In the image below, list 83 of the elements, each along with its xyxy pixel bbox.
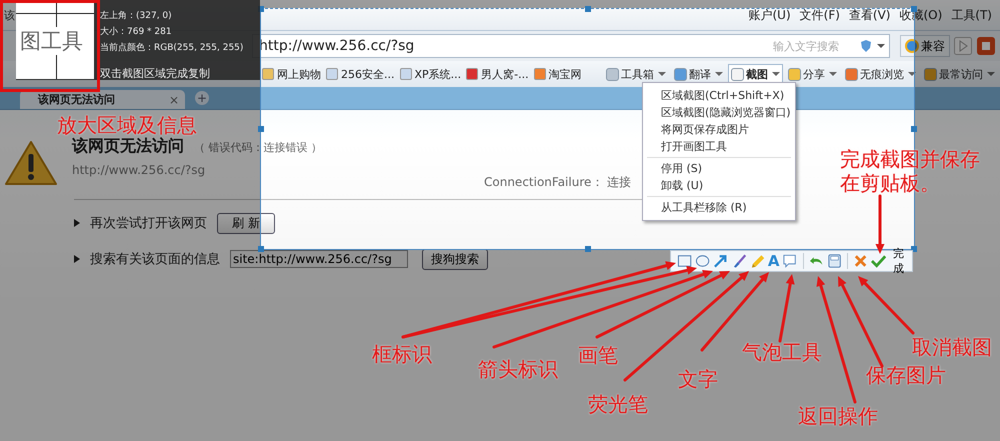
highlighter-icon[interactable] <box>750 253 765 269</box>
compat-button[interactable]: 兼容 <box>900 35 950 57</box>
annotation-label: 文字 <box>678 367 718 391</box>
info-text: 大小：769 * 281 <box>100 26 173 39</box>
shield-icon <box>859 39 873 53</box>
menu-option[interactable]: 将网页保存成图片 <box>661 121 790 138</box>
close-icon[interactable] <box>852 253 868 269</box>
arrow-icon[interactable] <box>713 253 729 269</box>
caret-icon[interactable] <box>658 71 666 77</box>
menu-item[interactable]: 查看(V) <box>848 6 890 24</box>
speech-bubble-icon[interactable] <box>782 253 798 269</box>
menu-option[interactable]: 打开画图工具 <box>661 138 790 155</box>
menu-item[interactable]: 账户(U) <box>748 6 791 24</box>
resize-handle[interactable] <box>911 126 917 132</box>
annotation-label: 箭头标识 <box>478 357 558 381</box>
bullet-icon <box>74 255 80 263</box>
toolbar-button[interactable]: 无痕浏览 <box>842 64 919 84</box>
bookmark[interactable]: 256安全... <box>326 66 394 82</box>
toolbar-button[interactable]: 分享 <box>785 64 840 84</box>
resize-handle[interactable] <box>584 246 590 252</box>
error-detail: ConnectionFailure： 连接 <box>484 174 632 191</box>
menu-option[interactable]: 停用 (S) <box>661 160 786 177</box>
bookmark[interactable]: 淘宝网 <box>534 66 582 82</box>
annotation-label: 画笔 <box>578 343 618 367</box>
bookmark[interactable]: 男人窝-... <box>466 66 529 82</box>
annotation-label: 荧光笔 <box>588 392 648 416</box>
action-button[interactable]: 刷 新 <box>217 212 275 234</box>
menu-option[interactable]: 区域截图(Ctrl+Shift+X) <box>661 87 790 104</box>
search-field[interactable]: 输入文字搜索 <box>773 40 855 52</box>
toolbar-button[interactable]: 最常访问 <box>921 64 998 84</box>
hint-text: 双击截图区域完成复制 <box>100 66 211 82</box>
check-icon <box>871 254 886 268</box>
caret-icon[interactable] <box>772 71 780 77</box>
browser-tab[interactable]: 该网页无法访问 × <box>20 90 185 109</box>
url-text: http://www.256.cc/?sg <box>259 38 414 54</box>
bookmark[interactable]: XP系统... <box>400 66 462 82</box>
caret-icon[interactable] <box>829 71 837 77</box>
play-icon[interactable] <box>954 37 972 55</box>
info-text: 左上角：(327, 0) <box>100 10 173 23</box>
tab-label: 该网页无法访问 <box>38 92 115 107</box>
annotation-arrow <box>876 194 884 254</box>
annotation-label: 气泡工具 <box>742 340 822 364</box>
new-tab-button[interactable]: + <box>195 91 209 105</box>
annotation-label: 返回操作 <box>798 404 878 428</box>
annotation-label: 取消截图 <box>912 335 992 359</box>
error-url: http://www.256.cc/?sg <box>72 163 206 177</box>
error-code: （ 错误代码：连接错误 ） <box>194 140 322 155</box>
brush-icon[interactable] <box>732 253 747 269</box>
annotation-label: 保存图片 <box>866 363 946 387</box>
menu-option[interactable]: 区域截图(隐藏浏览器窗口) <box>661 104 790 121</box>
resize-handle[interactable] <box>258 246 264 252</box>
action-button[interactable]: 搜狗搜索 <box>422 248 488 270</box>
toolbar-button[interactable]: 翻译 <box>671 64 726 84</box>
action-text: 再次尝试打开该网页 <box>90 215 207 232</box>
bullet-icon <box>74 219 80 227</box>
window-title: 该 <box>4 8 15 22</box>
annotation-label: 框标识 <box>372 342 432 366</box>
globe-icon <box>905 39 919 53</box>
resize-handle[interactable] <box>258 126 264 132</box>
caret-icon[interactable] <box>987 71 995 77</box>
menu-item[interactable]: 工具(T) <box>951 6 992 24</box>
search-input[interactable]: site:http://www.256.cc/?sg <box>230 250 408 268</box>
text-tool[interactable]: A <box>768 253 780 269</box>
caret-icon[interactable] <box>715 71 723 77</box>
error-title: 该网页无法访问 <box>72 136 184 157</box>
menu-option[interactable]: 从工具栏移除 (R) <box>661 199 786 216</box>
action-text: 搜索有关该页面的信息 <box>90 251 220 268</box>
warning-icon <box>4 140 58 186</box>
caret-icon[interactable] <box>877 43 885 49</box>
ellipse-icon[interactable] <box>695 253 710 269</box>
preview-text: 图工具 <box>20 27 83 55</box>
done-button[interactable]: 完成 <box>871 246 909 276</box>
menu-option[interactable]: 卸载 (U) <box>661 177 786 194</box>
toolbar-button[interactable]: 截图 <box>728 64 783 84</box>
toolbar-button[interactable]: 工具箱 <box>603 64 669 84</box>
annotation-label: 放大区域及信息 <box>57 113 197 137</box>
save-icon[interactable] <box>826 253 842 269</box>
info-text: 当前点颜色：RGB(255, 255, 255) <box>100 42 244 55</box>
caret-icon[interactable] <box>908 71 916 77</box>
rectangle-icon[interactable] <box>677 253 692 269</box>
annotation-arrow <box>778 274 795 342</box>
menu-item[interactable]: 文件(F) <box>800 6 840 24</box>
bookmark[interactable]: 网上购物 <box>262 66 321 82</box>
